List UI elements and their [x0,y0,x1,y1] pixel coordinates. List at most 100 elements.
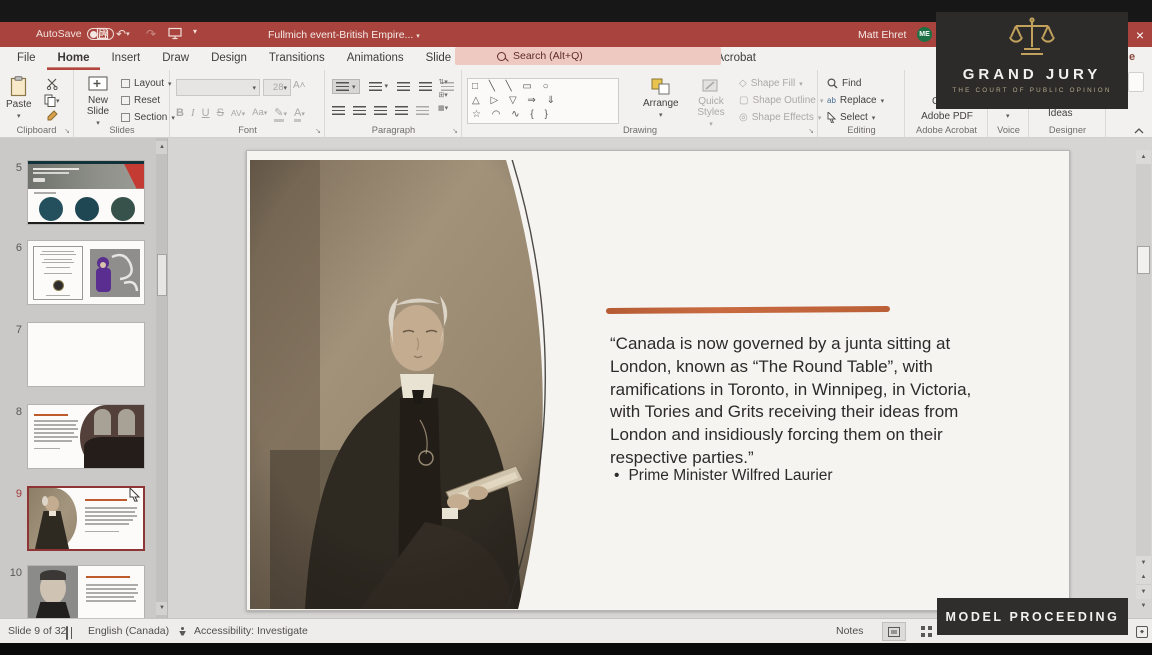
language-indicator[interactable]: English (Canada) [88,625,169,637]
thumb8-heading [34,414,68,416]
format-painter-button[interactable] [46,110,58,122]
orange-accent-line[interactable] [606,306,890,314]
shape-effects-button[interactable]: ◎Shape Effects▾ [739,112,821,123]
drawing-dialog-launcher[interactable]: ↘ [808,127,814,135]
laurier-portrait-photo[interactable] [250,160,595,609]
change-case-button[interactable]: Aa▾ [252,107,267,118]
clipboard-dialog-launcher[interactable]: ↘ [64,127,70,135]
slide-thumbnail-5[interactable] [27,160,145,225]
bold-button[interactable]: B [176,107,184,119]
tab-file[interactable]: File [6,48,47,70]
replace-button[interactable]: ab Replace▾ [827,95,884,106]
italic-button[interactable]: I [191,107,195,119]
strikethrough-button[interactable]: S [217,107,224,119]
search-icon [497,52,506,61]
slide-canvas[interactable]: “Canada is now governed by a junta sitti… [246,150,1070,611]
align-left-icon[interactable] [332,106,345,115]
proofing-book-icon[interactable] [66,627,68,639]
decrease-indent-icon[interactable] [397,82,410,91]
new-slide-button[interactable]: New Slide ▾ [79,76,117,127]
align-center-icon[interactable] [353,106,366,115]
ideas-button[interactable]: Ideas [1048,108,1072,119]
find-button[interactable]: Find [827,78,861,89]
close-button[interactable]: × [1128,22,1152,47]
character-spacing-button[interactable]: AV▾ [231,108,245,118]
slide-sorter-button[interactable] [914,622,938,641]
shape-outline-button[interactable]: ▢Shape Outline▾ [739,95,823,106]
highlight-button[interactable]: ✎▾ [274,106,287,119]
paste-button[interactable]: Paste ▾ [6,76,32,120]
fit-to-window-button[interactable] [1130,622,1152,641]
search-input[interactable]: Search (Alt+Q) [455,47,721,65]
tab-animations[interactable]: Animations [336,48,415,70]
select-button[interactable]: Select▾ [827,112,875,123]
section-button[interactable]: Section▾ [121,112,175,123]
thumbnail-scroll-down-icon[interactable]: ▼ [156,602,168,615]
align-text-button[interactable]: ⊞▾ [438,91,447,99]
user-name[interactable]: Matt Ehret [858,29,906,41]
editor-scroll-up-icon[interactable]: ▲ [1136,150,1151,164]
grow-font-icon[interactable]: A˄ [293,80,306,91]
layout-button[interactable]: Layout▾ [121,78,172,89]
editor-scroll-down-icon[interactable]: ▼ [1136,556,1151,570]
slide-thumbnail-9-selected[interactable] [27,486,145,551]
align-right-icon[interactable] [374,106,387,115]
underline-button[interactable]: U [202,107,210,119]
undo-button[interactable]: ↶▾ [116,27,130,41]
slide-counter[interactable]: Slide 9 of 32 [8,625,66,637]
share-button-partial[interactable]: e [1129,51,1135,63]
smartart-button[interactable]: ▦▾ [438,104,448,112]
previous-slide-button[interactable]: ▲▲ [1136,570,1151,584]
quick-styles-button[interactable]: Quick Styles▾ [691,78,731,128]
tab-home[interactable]: Home [47,48,101,70]
share-dropdown-partial[interactable] [1128,72,1144,92]
numbering-button[interactable]: ▾ [369,82,389,91]
avatar[interactable]: ME [917,27,932,42]
reset-button[interactable]: Reset [121,95,160,106]
present-button[interactable] [168,27,182,40]
tab-draw[interactable]: Draw [151,48,200,70]
cut-button[interactable] [46,78,59,90]
slide-thumbnail-8[interactable] [27,404,145,469]
slide-thumbnail-6[interactable] [27,240,145,305]
undo-icon: ↶ [116,27,126,41]
tab-transitions[interactable]: Transitions [258,48,336,70]
justify-icon[interactable] [395,106,408,115]
shape-fill-button[interactable]: ◇Shape Fill▾ [739,78,803,89]
font-size-select[interactable]: 28▾ [263,79,291,96]
thumbnail-scrollbar[interactable]: ▲ ▼ [156,138,168,618]
shapes-palette[interactable]: □ ╲ ╲ ▭ ○ △ ▷ ▽ ⇒ ⇓ ☆ ◠ ∿ { } ▲▼≡ [467,78,619,124]
slide-editor: “Canada is now governed by a junta sitti… [168,138,1152,618]
normal-view-button[interactable] [882,622,906,641]
thumbnail-scrollbar-thumb[interactable] [157,254,167,296]
save-button[interactable] [96,27,109,40]
document-title[interactable]: Fullmich event-British Empire... ▾ [268,29,420,41]
bullets-button[interactable]: ▾ [332,79,360,94]
dictate-dropdown-icon[interactable]: ▾ [1006,112,1010,120]
attribution-line[interactable]: • Prime Minister Wilfred Laurier [614,467,833,485]
collapse-ribbon-chevron-icon[interactable] [1133,127,1145,135]
notes-button[interactable]: Notes [836,625,863,637]
font-name-select[interactable]: ▾ [176,79,260,96]
text-direction-button[interactable]: ⇅▾ [438,78,447,86]
redo-button[interactable]: ↷ [146,27,156,41]
accessibility-status[interactable]: Accessibility: Investigate [194,625,308,637]
font-dialog-launcher[interactable]: ↘ [315,127,321,135]
quote-text[interactable]: “Canada is now governed by a junta sitti… [610,333,1004,470]
slide-sorter-icon [921,626,932,637]
font-color-button[interactable]: A▾ [294,107,305,119]
arrange-button[interactable]: Arrange▾ [643,78,679,119]
increase-indent-icon[interactable] [419,82,432,91]
qat-customize-chevron-icon[interactable]: ▾ [193,27,197,36]
thumbnail-scroll-up-icon[interactable]: ▲ [156,141,168,154]
slide-thumbnail-10[interactable] [27,565,145,618]
tab-insert[interactable]: Insert [100,48,151,70]
columns-icon[interactable] [416,106,429,115]
slide-thumbnail-7[interactable] [27,322,145,387]
editor-scrollbar-thumb[interactable] [1137,246,1150,274]
tab-design[interactable]: Design [200,48,258,70]
editor-scrollbar[interactable]: ▲ ▼ [1136,150,1151,596]
next-slide-button[interactable]: ▼▼ [1136,585,1151,599]
paragraph-dialog-launcher[interactable]: ↘ [452,127,458,135]
copy-button[interactable]: ▾ [44,94,60,107]
